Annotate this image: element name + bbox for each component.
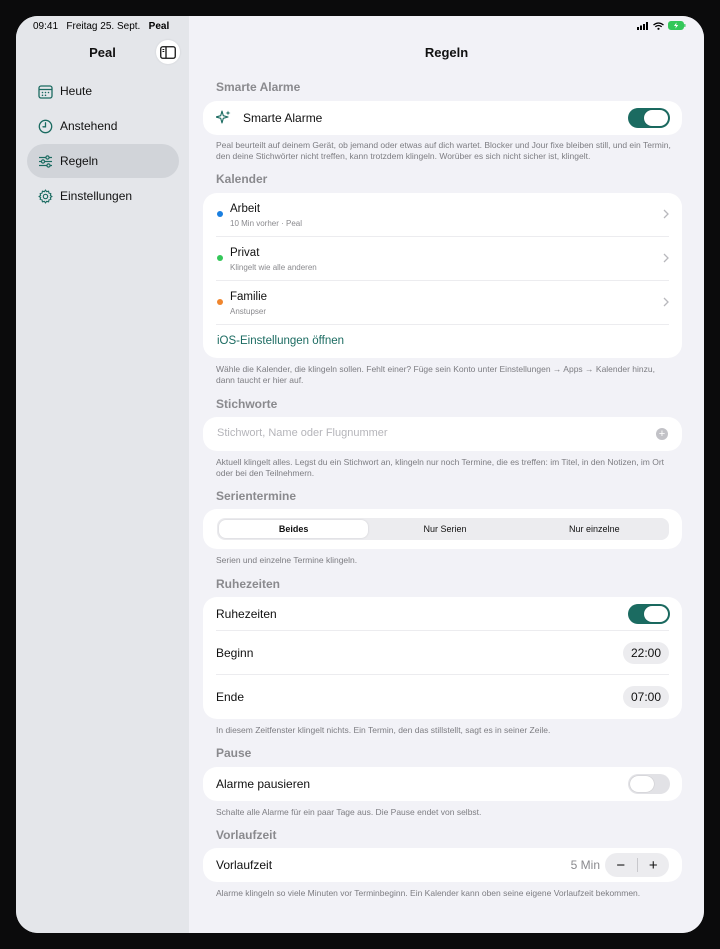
chevron-right-icon <box>663 209 669 219</box>
quiet-hours-label: Ruhezeiten <box>216 607 277 621</box>
status-time: 09:41 <box>33 21 59 32</box>
smart-alarms-card: Smarte Alarme <box>203 101 682 135</box>
smart-alarms-label: Smarte Alarme <box>243 110 323 125</box>
lead-time-card: Vorlaufzeit 5 Min − + <box>203 848 682 882</box>
quiet-start-label: Beginn <box>216 646 254 660</box>
calendar-color-dot <box>217 211 223 217</box>
section-header-quiet: Ruhezeiten <box>216 577 281 591</box>
status-app: Peal <box>148 21 170 32</box>
ios-settings-link[interactable]: iOS-Einstellungen öffnen <box>217 335 344 347</box>
sidebar: 09:41 Freitag 25. Sept. Peal Peal Heute … <box>16 16 189 933</box>
device-screen: 09:41 Freitag 25. Sept. Peal Peal Heute … <box>16 16 704 933</box>
page-title: Regeln <box>424 45 469 60</box>
calendar-color-dot <box>217 299 223 305</box>
status-bar-left: 09:41 Freitag 25. Sept. Peal <box>33 21 169 32</box>
calendar-detail: 10 Min vorher · Peal <box>230 219 303 228</box>
smart-alarms-footer: Peal beurteilt auf deinem Gerät, ob jema… <box>216 140 671 161</box>
lead-time-label: Vorlaufzeit <box>216 858 273 872</box>
main-content: Regeln Smarte Alarme Smarte Alarme Peal … <box>189 16 704 933</box>
divider <box>216 674 669 675</box>
series-footer: Serien und einzelne Termine klingeln. <box>216 555 358 565</box>
quiet-hours-card: Ruhezeiten Beginn 22:00 Ende 07:00 <box>203 597 682 719</box>
segment-both[interactable]: Beides <box>219 520 369 538</box>
sidebar-item-label: Einstellungen <box>60 189 133 203</box>
clock-icon <box>38 119 53 133</box>
calendar-name: Arbeit <box>230 203 261 215</box>
section-header-pause: Pause <box>216 746 252 760</box>
lead-time-value: 5 Min <box>570 858 600 872</box>
calendars-card: Arbeit 10 Min vorher · Peal Privat Kling… <box>203 193 682 358</box>
keywords-footer: Aktuell klingelt alles. Legst du ein Sti… <box>216 457 665 478</box>
chevron-right-icon <box>663 297 669 307</box>
segment-single-only[interactable]: Nur einzelne <box>520 518 669 540</box>
calendar-row-arbeit[interactable]: Arbeit 10 Min vorher · Peal <box>216 193 669 237</box>
series-segmented-control: Beides Nur Serien Nur einzelne <box>217 518 669 540</box>
sidebar-item-label: Anstehend <box>60 119 118 133</box>
pause-footer: Schalte alle Alarme für ein paar Tage au… <box>216 807 482 817</box>
sidebar-item-label: Regeln <box>60 154 99 168</box>
section-header-lead: Vorlaufzeit <box>216 828 277 842</box>
increment-button[interactable]: + <box>638 857 670 874</box>
calendar-icon <box>38 84 53 99</box>
sidebar-item-label: Heute <box>60 84 93 98</box>
status-bar-right <box>637 21 686 30</box>
battery-icon <box>668 21 686 30</box>
lead-time-footer: Alarme klingeln so viele Minuten vor Ter… <box>216 888 641 898</box>
divider <box>216 324 669 325</box>
pause-alarms-label: Alarme pausieren <box>216 777 311 791</box>
cellular-signal-icon <box>637 21 648 30</box>
sparkles-icon <box>216 110 231 124</box>
divider <box>216 630 669 631</box>
gear-icon <box>38 188 53 204</box>
calendar-detail: Klingelt wie alle anderen <box>230 263 317 272</box>
keyword-input[interactable]: Stichwort, Name oder Flugnummer <box>217 427 388 439</box>
chevron-right-icon <box>663 253 669 263</box>
sidebar-nav: Heute Anstehend Regeln Einstellungen <box>27 74 179 214</box>
sidebar-toggle-button[interactable] <box>156 40 180 64</box>
calendar-detail: Anstupser <box>230 307 267 316</box>
sidebar-icon <box>160 45 176 59</box>
pause-card: Alarme pausieren <box>203 767 682 801</box>
status-date: Freitag 25. Sept. <box>66 21 141 32</box>
sidebar-item-regeln[interactable]: Regeln <box>27 144 179 178</box>
keyword-input-card[interactable]: Stichwort, Name oder Flugnummer + <box>203 417 682 451</box>
quiet-end-label: Ende <box>216 690 245 704</box>
add-keyword-icon[interactable]: + <box>656 428 668 440</box>
quiet-hours-toggle[interactable] <box>628 604 670 624</box>
section-header-keywords: Stichworte <box>216 397 278 411</box>
quiet-end-time-picker[interactable]: 07:00 <box>622 686 669 708</box>
sidebar-item-heute[interactable]: Heute <box>27 74 179 108</box>
sidebar-item-einstellungen[interactable]: Einstellungen <box>27 179 179 213</box>
quiet-start-time-picker[interactable]: 22:00 <box>622 642 669 664</box>
wifi-icon <box>653 21 664 30</box>
segment-series-only[interactable]: Nur Serien <box>370 518 519 540</box>
decrement-button[interactable]: − <box>605 857 637 874</box>
pause-alarms-toggle[interactable] <box>628 774 670 794</box>
section-header-smart: Smarte Alarme <box>216 80 301 94</box>
smart-alarms-toggle[interactable] <box>628 108 670 128</box>
quiet-hours-footer: In diesem Zeitfenster klingelt nichts. E… <box>216 725 551 735</box>
calendar-name: Familie <box>230 291 268 303</box>
sliders-icon <box>39 154 52 168</box>
section-header-series: Serientermine <box>216 489 297 503</box>
lead-time-stepper: − + <box>605 853 669 877</box>
calendar-color-dot <box>217 255 223 261</box>
section-header-calendars: Kalender <box>216 172 268 186</box>
calendar-row-privat[interactable]: Privat Klingelt wie alle anderen <box>216 237 669 281</box>
series-card: Beides Nur Serien Nur einzelne <box>203 509 682 549</box>
sidebar-item-anstehend[interactable]: Anstehend <box>27 109 179 143</box>
calendars-footer: Wähle die Kalender, die klingeln sollen.… <box>216 364 655 385</box>
calendar-name: Privat <box>230 247 260 259</box>
calendar-row-familie[interactable]: Familie Anstupser <box>216 281 669 325</box>
